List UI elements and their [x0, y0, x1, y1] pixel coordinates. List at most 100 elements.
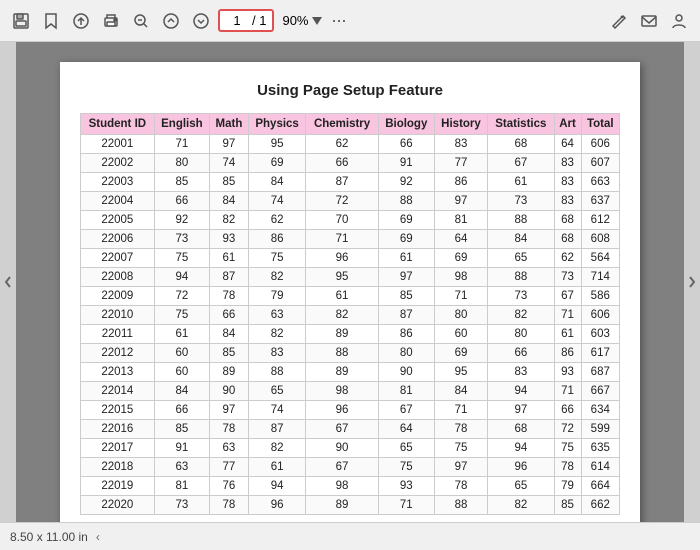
table-cell: 93 — [210, 230, 249, 249]
table-cell: 614 — [581, 458, 619, 477]
column-header: History — [434, 114, 487, 135]
table-cell: 74 — [248, 401, 306, 420]
column-header: Biology — [378, 114, 434, 135]
data-table: Student IDEnglishMathPhysicsChemistryBio… — [80, 113, 620, 515]
table-cell: 607 — [581, 154, 619, 173]
annotate-icon[interactable] — [606, 8, 632, 34]
table-cell: 98 — [306, 477, 378, 496]
table-cell: 662 — [581, 496, 619, 515]
table-row: 220028074696691776783607 — [81, 154, 620, 173]
table-cell: 663 — [581, 173, 619, 192]
table-cell: 22017 — [81, 439, 155, 458]
table-cell: 87 — [248, 420, 306, 439]
table-cell: 85 — [378, 287, 434, 306]
table-cell: 96 — [306, 249, 378, 268]
zoom-out-icon[interactable] — [128, 8, 154, 34]
table-cell: 91 — [154, 439, 209, 458]
scroll-up-icon[interactable] — [158, 8, 184, 34]
table-cell: 60 — [154, 363, 209, 382]
table-cell: 95 — [248, 135, 306, 154]
statusbar-left-arrow[interactable]: ‹ — [96, 530, 100, 544]
table-cell: 82 — [248, 268, 306, 287]
table-cell: 97 — [378, 268, 434, 287]
table-cell: 69 — [434, 344, 487, 363]
table-cell: 61 — [306, 287, 378, 306]
table-cell: 634 — [581, 401, 619, 420]
table-cell: 599 — [581, 420, 619, 439]
table-cell: 85 — [210, 344, 249, 363]
table-cell: 66 — [154, 192, 209, 211]
table-cell: 70 — [306, 211, 378, 230]
table-row: 220077561759661696562564 — [81, 249, 620, 268]
table-cell: 83 — [554, 173, 581, 192]
table-cell: 71 — [154, 135, 209, 154]
table-cell: 66 — [488, 344, 554, 363]
user-icon[interactable] — [666, 8, 692, 34]
table-row: 220017197956266836864606 — [81, 135, 620, 154]
zoom-control[interactable]: 90% — [282, 13, 321, 28]
table-cell: 22016 — [81, 420, 155, 439]
table-cell: 22009 — [81, 287, 155, 306]
table-cell: 72 — [154, 287, 209, 306]
table-cell: 22012 — [81, 344, 155, 363]
column-header: Chemistry — [306, 114, 378, 135]
table-cell: 67 — [306, 458, 378, 477]
table-cell: 61 — [378, 249, 434, 268]
zoom-value: 90% — [282, 13, 308, 28]
table-cell: 81 — [434, 211, 487, 230]
table-cell: 72 — [306, 192, 378, 211]
scroll-down-icon[interactable] — [188, 8, 214, 34]
table-cell: 84 — [210, 192, 249, 211]
right-arrow[interactable] — [684, 42, 700, 522]
table-cell: 97 — [210, 135, 249, 154]
print-icon[interactable] — [98, 8, 124, 34]
upload-icon[interactable] — [68, 8, 94, 34]
table-cell: 92 — [154, 211, 209, 230]
page-current-input[interactable]: 1 — [226, 13, 248, 28]
table-cell: 79 — [248, 287, 306, 306]
table-cell: 603 — [581, 325, 619, 344]
table-cell: 84 — [154, 382, 209, 401]
main-area: Using Page Setup Feature Student IDEngli… — [0, 42, 700, 522]
table-cell: 64 — [434, 230, 487, 249]
table-cell: 86 — [248, 230, 306, 249]
table-cell: 67 — [554, 287, 581, 306]
table-cell: 98 — [306, 382, 378, 401]
page-nav: 1 / 1 — [218, 9, 274, 32]
bookmark-icon[interactable] — [38, 8, 64, 34]
table-cell: 65 — [488, 477, 554, 496]
table-cell: 69 — [248, 154, 306, 173]
page-container: Using Page Setup Feature Student IDEngli… — [16, 42, 684, 522]
table-cell: 78 — [434, 477, 487, 496]
table-row: 220089487829597988873714 — [81, 268, 620, 287]
table-cell: 64 — [378, 420, 434, 439]
header-row: Student IDEnglishMathPhysicsChemistryBio… — [81, 114, 620, 135]
table-cell: 80 — [434, 306, 487, 325]
table-cell: 22015 — [81, 401, 155, 420]
table-cell: 73 — [154, 496, 209, 515]
mail-icon[interactable] — [636, 8, 662, 34]
table-cell: 22008 — [81, 268, 155, 287]
table-cell: 612 — [581, 211, 619, 230]
table-cell: 83 — [554, 192, 581, 211]
table-cell: 83 — [488, 363, 554, 382]
table-cell: 22019 — [81, 477, 155, 496]
table-cell: 69 — [378, 211, 434, 230]
table-cell: 97 — [210, 401, 249, 420]
table-cell: 75 — [434, 439, 487, 458]
table-cell: 68 — [554, 230, 581, 249]
table-cell: 67 — [306, 420, 378, 439]
save-icon[interactable] — [8, 8, 34, 34]
more-options-icon[interactable]: ··· — [326, 8, 352, 34]
table-cell: 80 — [154, 154, 209, 173]
table-row: 220148490659881849471667 — [81, 382, 620, 401]
table-cell: 667 — [581, 382, 619, 401]
table-cell: 94 — [248, 477, 306, 496]
left-arrow[interactable] — [0, 42, 16, 522]
table-cell: 94 — [154, 268, 209, 287]
table-cell: 714 — [581, 268, 619, 287]
table-row: 220097278796185717367586 — [81, 287, 620, 306]
table-cell: 22002 — [81, 154, 155, 173]
table-row: 220059282627069818868612 — [81, 211, 620, 230]
table-cell: 96 — [306, 401, 378, 420]
